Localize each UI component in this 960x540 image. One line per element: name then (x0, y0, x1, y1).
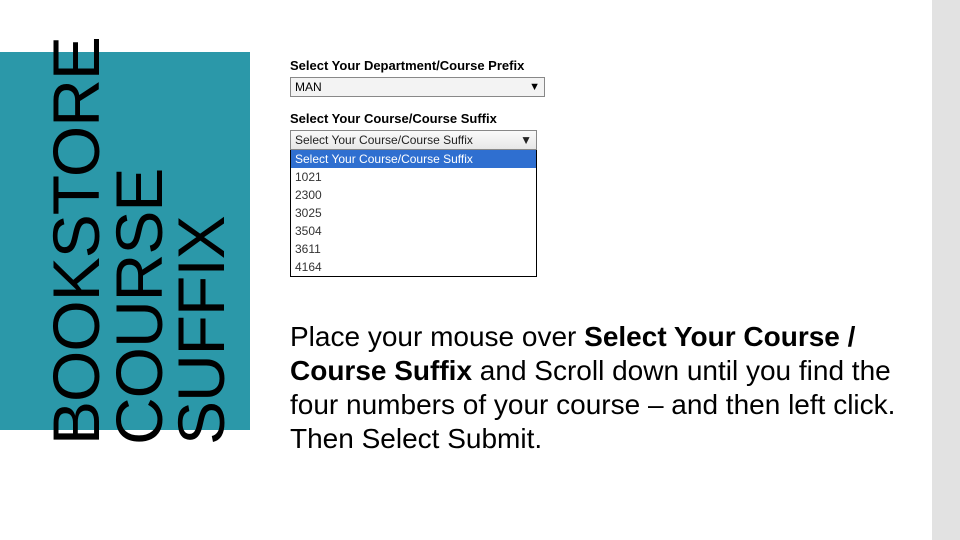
course-suffix-select[interactable]: Select Your Course/Course Suffix ▼ (290, 130, 537, 150)
chevron-down-icon: ▼ (529, 81, 540, 93)
instruction-text: Place your mouse over Select Your Course… (290, 320, 940, 457)
dropdown-option-selected[interactable]: Select Your Course/Course Suffix (291, 150, 536, 168)
dropdown-option[interactable]: 3025 (291, 204, 536, 222)
department-select[interactable]: MAN ▼ (290, 77, 545, 97)
dropdown-option[interactable]: 1021 (291, 168, 536, 186)
course-suffix-dropdown[interactable]: Select Your Course/Course Suffix 1021 23… (290, 150, 537, 277)
sidebar-title: BOOKSTORE COURSE SUFFIX (45, 37, 233, 445)
dropdown-option[interactable]: 3504 (291, 222, 536, 240)
sidebar-title-line3: SUFFIX (164, 216, 238, 445)
dropdown-option[interactable]: 4164 (291, 258, 536, 276)
form-screenshot: Select Your Department/Course Prefix MAN… (290, 58, 590, 277)
department-label: Select Your Department/Course Prefix (290, 58, 590, 73)
slide: BOOKSTORE COURSE SUFFIX Select Your Depa… (0, 0, 960, 540)
department-select-value: MAN (295, 80, 322, 94)
course-suffix-select-value: Select Your Course/Course Suffix (295, 133, 473, 147)
right-margin (932, 0, 960, 540)
course-suffix-label: Select Your Course/Course Suffix (290, 111, 590, 126)
dropdown-option[interactable]: 2300 (291, 186, 536, 204)
chevron-down-icon: ▼ (520, 133, 532, 147)
dropdown-option[interactable]: 3611 (291, 240, 536, 258)
instruction-part1: Place your mouse over (290, 321, 584, 352)
